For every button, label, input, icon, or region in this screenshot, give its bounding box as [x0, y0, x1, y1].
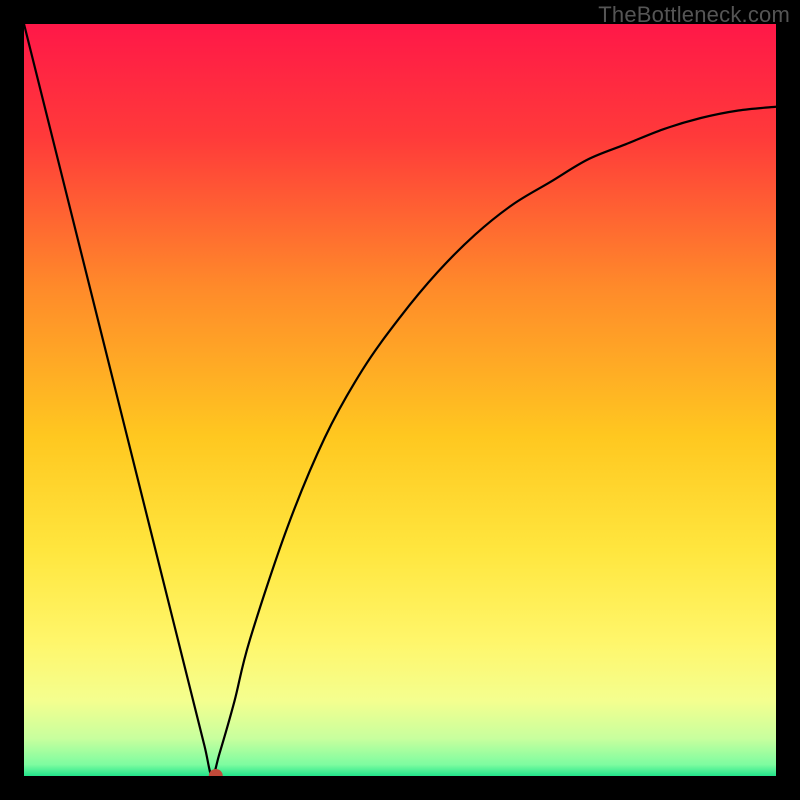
chart-frame: TheBottleneck.com [0, 0, 800, 800]
chart-plot-area [24, 24, 776, 776]
chart-svg [24, 24, 776, 776]
gradient-background [24, 24, 776, 776]
